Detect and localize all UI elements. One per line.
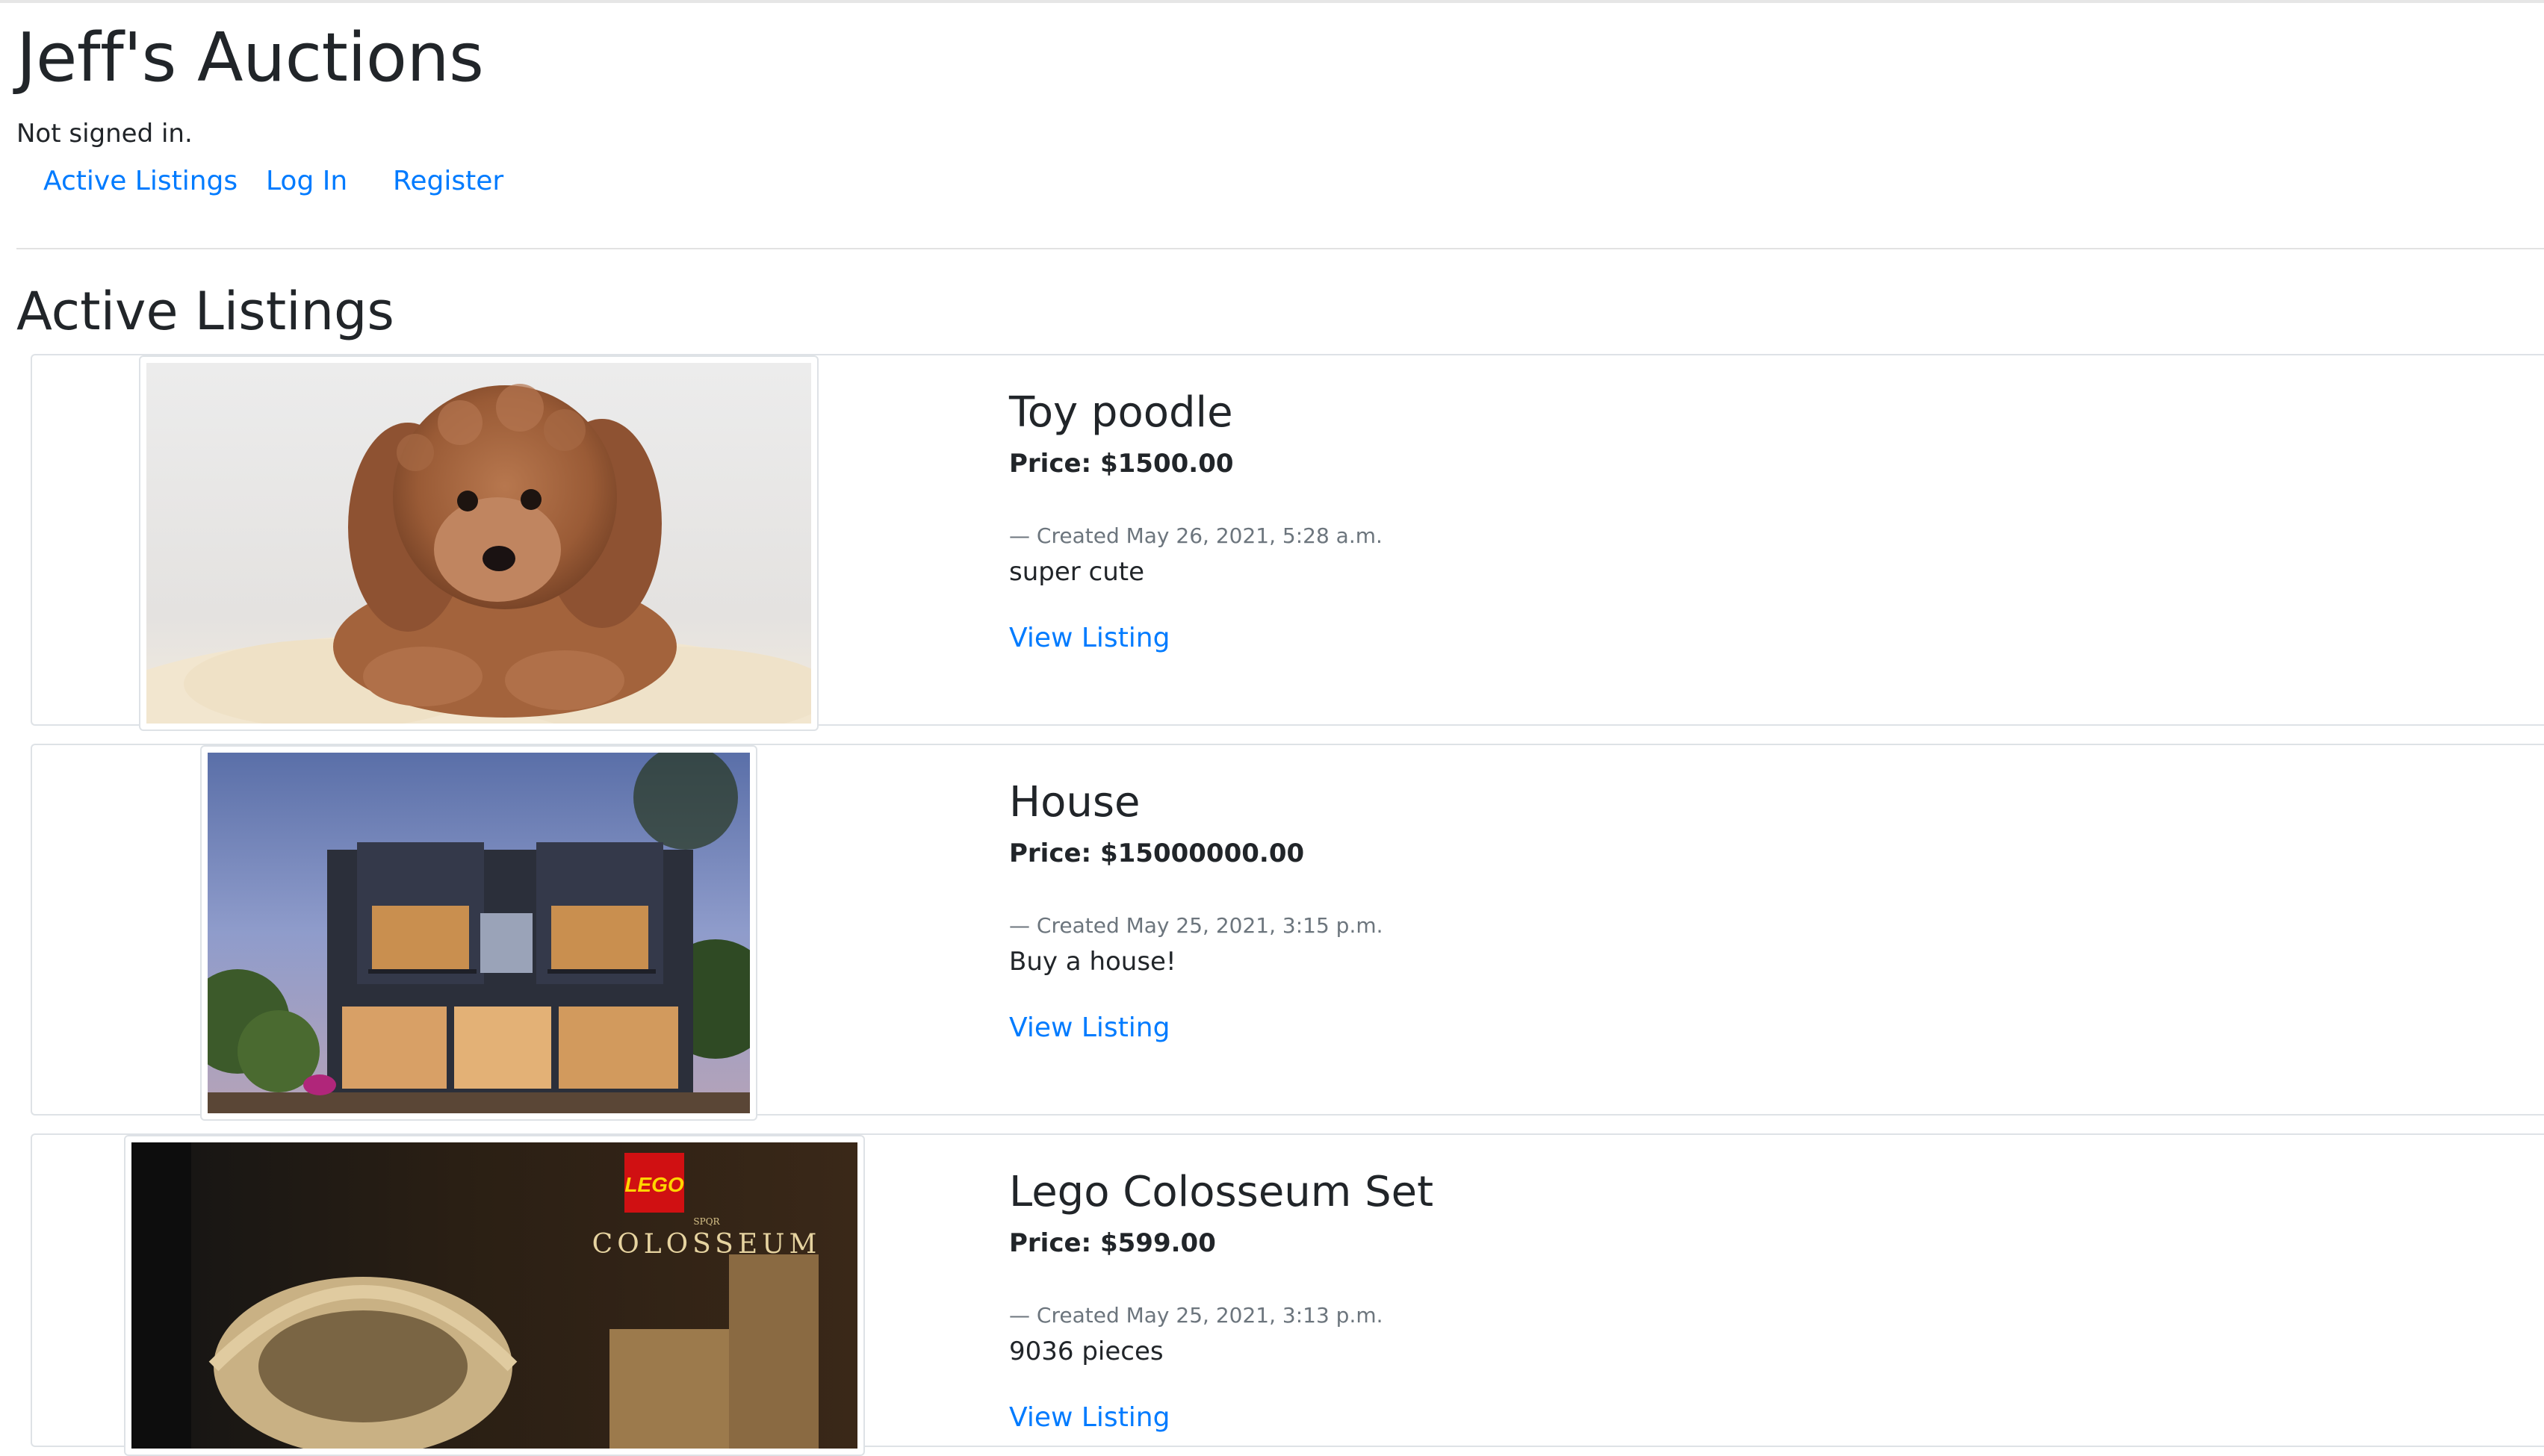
nav-link-log-in[interactable]: Log In — [266, 166, 347, 196]
top-border — [0, 0, 2544, 3]
listing-image-toy-poodle[interactable] — [139, 355, 819, 731]
lego-box-photo: LEGO SPQR COLOSSEUM — [131, 1142, 857, 1449]
lego-box-small-text: SPQR — [693, 1216, 720, 1227]
listing-image-house[interactable] — [200, 745, 757, 1121]
header-divider — [16, 248, 2544, 249]
house-photo — [208, 753, 750, 1113]
listing-created: — Created May 26, 2021, 5:28 a.m. — [1009, 523, 1383, 548]
listing-title: House — [1009, 778, 1141, 827]
listing-card-lego-colosseum: LEGO SPQR COLOSSEUM Lego Colosseum Set P… — [31, 1133, 2544, 1456]
listing-description: super cute — [1009, 557, 1145, 587]
lego-logo-text: LEGO — [624, 1173, 684, 1196]
auth-status: Not signed in. — [16, 119, 193, 149]
listing-created: — Created May 25, 2021, 3:13 p.m. — [1009, 1303, 1383, 1328]
listing-card-house: House Price: $15000000.00 — Created May … — [31, 744, 2544, 1121]
nav-link-active-listings[interactable]: Active Listings — [43, 166, 238, 196]
poodle-photo — [146, 363, 811, 724]
listing-title: Lego Colosseum Set — [1009, 1168, 1434, 1216]
listing-price: Price: $15000000.00 — [1009, 839, 1305, 868]
listing-card-toy-poodle: Toy poodle Price: $1500.00 — Created May… — [31, 354, 2544, 731]
view-listing-link[interactable]: View Listing — [1009, 623, 1170, 653]
listing-price: Price: $1500.00 — [1009, 449, 1234, 479]
listing-description: Buy a house! — [1009, 947, 1176, 977]
nav-link-register[interactable]: Register — [393, 166, 503, 196]
view-listing-link[interactable]: View Listing — [1009, 1402, 1170, 1433]
listing-image-lego-colosseum[interactable]: LEGO SPQR COLOSSEUM — [124, 1135, 865, 1456]
listing-price: Price: $599.00 — [1009, 1228, 1216, 1258]
lego-box-text: COLOSSEUM — [592, 1229, 822, 1260]
listing-description: 9036 pieces — [1009, 1337, 1164, 1366]
listing-created: — Created May 25, 2021, 3:15 p.m. — [1009, 913, 1383, 938]
page-title: Active Listings — [16, 281, 394, 342]
view-listing-link[interactable]: View Listing — [1009, 1012, 1170, 1043]
listing-title: Toy poodle — [1009, 388, 1233, 437]
site-title: Jeff's Auctions — [16, 19, 484, 97]
